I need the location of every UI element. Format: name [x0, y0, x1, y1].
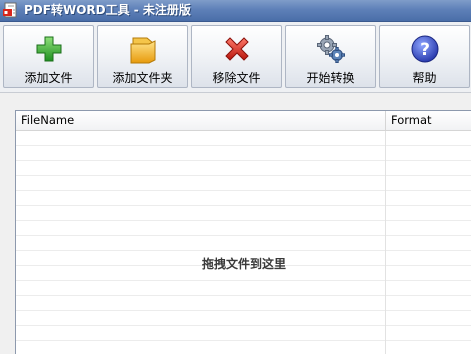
window-title: PDF转WORD工具 - 未注册版 [24, 3, 191, 17]
help-label: 帮助 [412, 71, 437, 85]
list-rows[interactable] [16, 131, 471, 354]
add-folder-button[interactable]: 添加文件夹 [97, 25, 188, 88]
column-header-format[interactable]: Format [386, 111, 471, 130]
column-divider [385, 131, 386, 354]
pdf-document-icon [3, 2, 17, 18]
add-folder-label: 添加文件夹 [112, 71, 173, 85]
start-convert-button[interactable]: 开始转换 [285, 25, 376, 88]
column-header-filename[interactable]: FileName [16, 111, 386, 130]
help-button[interactable]: ? 帮助 [379, 25, 470, 88]
svg-text:?: ? [420, 40, 430, 60]
toolbar: 添加文件 添加文件夹 移除文件 开始转换 ? 帮助 [0, 22, 471, 92]
remove-x-icon [225, 37, 249, 61]
add-plus-icon [36, 36, 62, 62]
start-convert-label: 开始转换 [306, 71, 355, 85]
add-file-button[interactable]: 添加文件 [3, 25, 94, 88]
add-file-label: 添加文件 [24, 71, 73, 85]
title-bar[interactable]: PDF转WORD工具 - 未注册版 [0, 0, 471, 22]
list-header: FileName Format [16, 111, 471, 131]
content-area: FileName Format 拖拽文件到这里 [0, 93, 471, 354]
file-list[interactable]: FileName Format 拖拽文件到这里 [15, 110, 471, 354]
remove-file-button[interactable]: 移除文件 [191, 25, 282, 88]
gears-icon [317, 35, 345, 63]
drop-hint: 拖拽文件到这里 [201, 257, 286, 271]
help-question-icon: ? [411, 35, 439, 63]
remove-file-label: 移除文件 [212, 71, 261, 85]
folder-icon [130, 37, 156, 64]
